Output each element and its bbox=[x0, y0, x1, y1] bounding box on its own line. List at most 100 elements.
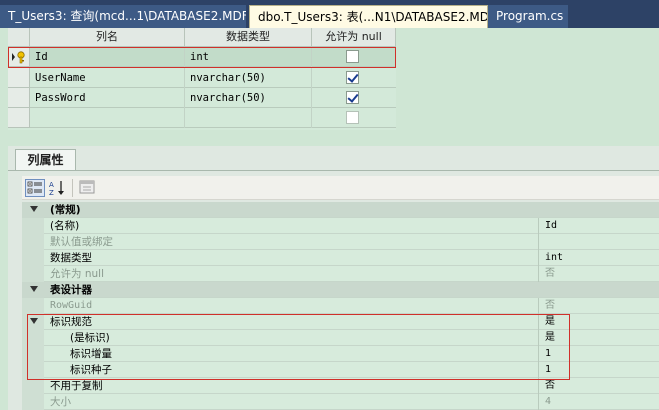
gutter bbox=[22, 250, 44, 266]
category-table-designer[interactable]: 表设计器 bbox=[22, 282, 659, 298]
property-row-is-identity[interactable]: (是标识) 是 bbox=[22, 330, 659, 346]
tab-table-design-label: dbo.T_Users3: 表(...N1\DATABASE2.MDF) bbox=[258, 10, 488, 24]
gutter bbox=[22, 330, 44, 346]
category-value bbox=[538, 282, 659, 298]
property-row-size[interactable]: 大小 4 bbox=[22, 394, 659, 410]
column-header-allow-null[interactable]: 允许为 null bbox=[312, 28, 396, 47]
property-row-default-value[interactable]: 默认值或绑定 bbox=[22, 234, 659, 250]
grid-corner bbox=[8, 28, 30, 47]
cell-data-type[interactable]: int bbox=[185, 47, 312, 67]
table-row[interactable]: PassWord nvarchar(50) bbox=[8, 88, 396, 108]
category-general[interactable]: (常规) bbox=[22, 202, 659, 218]
property-label: 数据类型 bbox=[50, 252, 92, 264]
collapse-arrow-icon[interactable] bbox=[30, 318, 38, 324]
property-value[interactable]: 1 bbox=[538, 362, 659, 378]
categorized-icon bbox=[27, 181, 42, 194]
property-label: (名称) bbox=[50, 220, 80, 232]
columns-grid: 列名 数据类型 允许为 null Id int UserName nvarcha… bbox=[8, 28, 396, 130]
property-value[interactable]: 是 bbox=[538, 330, 659, 346]
property-value[interactable]: 是 bbox=[538, 314, 659, 330]
column-header-name[interactable]: 列名 bbox=[30, 28, 185, 47]
gutter bbox=[22, 362, 44, 378]
tab-query[interactable]: T_Users3: 查询(mcd...1\DATABASE2.MDF) bbox=[0, 5, 246, 28]
table-row[interactable]: Id int bbox=[8, 47, 396, 67]
property-row-name[interactable]: (名称) Id bbox=[22, 218, 659, 234]
row-selector[interactable] bbox=[8, 68, 30, 88]
property-row-rowguid[interactable]: RowGuid 否 bbox=[22, 298, 659, 314]
gutter bbox=[22, 266, 44, 282]
gutter bbox=[22, 378, 44, 394]
cell-data-type[interactable]: nvarchar(50) bbox=[185, 68, 312, 88]
cell-column-name[interactable] bbox=[30, 108, 185, 128]
gutter bbox=[22, 218, 44, 234]
gutter bbox=[22, 282, 44, 298]
allow-null-checkbox[interactable] bbox=[346, 111, 359, 124]
allow-null-checkbox[interactable] bbox=[346, 91, 359, 104]
gutter bbox=[22, 346, 44, 362]
property-value[interactable]: 否 bbox=[538, 378, 659, 394]
svg-text:A: A bbox=[49, 181, 54, 189]
category-label: (常规) bbox=[50, 204, 81, 216]
property-row-allow-null[interactable]: 允许为 null 否 bbox=[22, 266, 659, 282]
properties-toolbar: A Z bbox=[22, 176, 659, 200]
tab-table-design[interactable]: dbo.T_Users3: 表(...N1\DATABASE2.MDF)✕ bbox=[249, 5, 488, 28]
cell-column-name[interactable]: Id bbox=[30, 47, 185, 67]
row-selector[interactable] bbox=[8, 47, 30, 67]
cell-data-type[interactable] bbox=[185, 108, 312, 128]
tab-query-label: T_Users3: 查询(mcd...1\DATABASE2.MDF) bbox=[8, 9, 246, 23]
property-value[interactable]: 否 bbox=[538, 298, 659, 314]
gutter bbox=[22, 298, 44, 314]
property-value[interactable]: 否 bbox=[538, 266, 659, 282]
property-value[interactable] bbox=[538, 234, 659, 250]
property-label: 不用于复制 bbox=[50, 380, 103, 392]
property-row-identity-spec[interactable]: 标识规范 是 bbox=[22, 314, 659, 330]
property-label: RowGuid bbox=[50, 300, 93, 311]
allow-null-checkbox[interactable] bbox=[346, 71, 359, 84]
property-label: 标识种子 bbox=[70, 364, 112, 376]
cell-column-name[interactable]: PassWord bbox=[30, 88, 185, 108]
row-selector[interactable] bbox=[8, 88, 30, 108]
tab-program-cs[interactable]: Program.cs bbox=[488, 5, 568, 28]
property-label: 大小 bbox=[50, 396, 71, 408]
property-pages-icon bbox=[79, 180, 95, 194]
gutter bbox=[22, 234, 44, 250]
property-value[interactable]: 4 bbox=[538, 394, 659, 410]
table-row[interactable] bbox=[8, 108, 396, 128]
collapse-arrow-icon[interactable] bbox=[30, 286, 38, 292]
property-row-not-for-replication[interactable]: 不用于复制 否 bbox=[22, 378, 659, 394]
property-label: 标识规范 bbox=[50, 316, 92, 328]
categorized-button[interactable] bbox=[25, 179, 45, 197]
svg-text:Z: Z bbox=[49, 189, 54, 197]
document-tab-bar: T_Users3: 查询(mcd...1\DATABASE2.MDF) dbo.… bbox=[0, 0, 659, 28]
property-value[interactable]: Id bbox=[538, 218, 659, 234]
property-value[interactable]: 1 bbox=[538, 346, 659, 362]
tab-column-properties[interactable]: 列属性 bbox=[15, 149, 76, 171]
allow-null-checkbox[interactable] bbox=[346, 50, 359, 63]
category-value bbox=[538, 202, 659, 218]
property-row-data-type[interactable]: 数据类型 int bbox=[22, 250, 659, 266]
row-selector[interactable] bbox=[8, 108, 30, 128]
collapse-arrow-icon[interactable] bbox=[30, 206, 38, 212]
cell-column-name[interactable]: UserName bbox=[30, 68, 185, 88]
table-row[interactable]: UserName nvarchar(50) bbox=[8, 68, 396, 88]
property-row-identity-seed[interactable]: 标识种子 1 bbox=[22, 362, 659, 378]
gutter bbox=[22, 394, 44, 410]
gutter bbox=[22, 202, 44, 218]
column-properties-panel: 列属性 A Z (常规) (名称) Id 默认值或绑定 数据类型 int 允许为… bbox=[8, 146, 659, 410]
property-label: 标识增量 bbox=[70, 348, 112, 360]
property-row-identity-increment[interactable]: 标识增量 1 bbox=[22, 346, 659, 362]
property-label: 默认值或绑定 bbox=[50, 236, 113, 248]
tab-divider bbox=[8, 170, 659, 171]
cell-data-type[interactable]: nvarchar(50) bbox=[185, 88, 312, 108]
gutter bbox=[22, 314, 44, 330]
tab-program-cs-label: Program.cs bbox=[496, 9, 564, 23]
property-pages-button[interactable] bbox=[78, 179, 98, 197]
property-value[interactable]: int bbox=[538, 250, 659, 266]
property-label: 允许为 null bbox=[50, 268, 104, 280]
sort-alpha-icon: A Z bbox=[49, 181, 64, 197]
alphabetical-button[interactable]: A Z bbox=[48, 179, 68, 197]
toolbar-separator bbox=[72, 179, 73, 197]
category-label: 表设计器 bbox=[50, 284, 92, 296]
key-icon bbox=[12, 51, 25, 64]
column-header-type[interactable]: 数据类型 bbox=[185, 28, 312, 47]
